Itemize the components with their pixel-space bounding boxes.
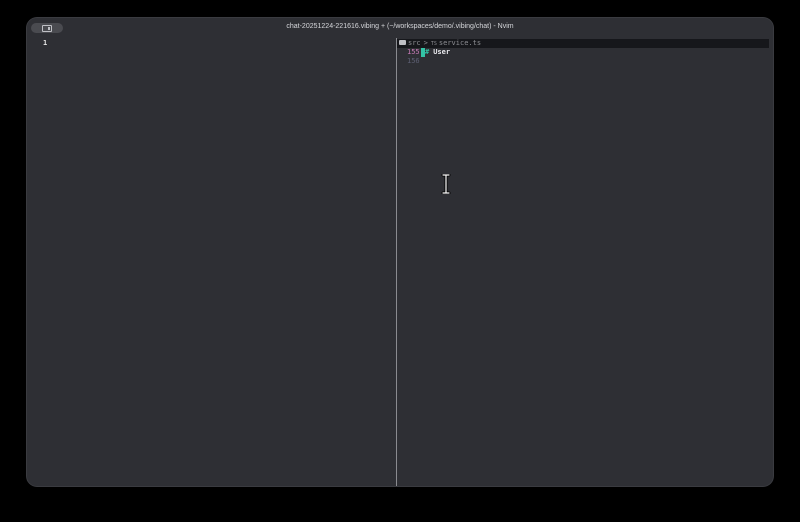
breadcrumb-folder[interactable]: src bbox=[408, 39, 421, 47]
line-number: 156 bbox=[407, 57, 420, 65]
breadcrumb: src > TS service.ts bbox=[397, 39, 769, 48]
typescript-file-icon: TS bbox=[430, 41, 437, 47]
nvim-window: chat-20251224-221616.vibing + (~/workspa… bbox=[27, 18, 773, 486]
editor-line[interactable]: 156 bbox=[397, 57, 773, 66]
editor-line[interactable]: 1 bbox=[27, 39, 396, 48]
right-editor-pane[interactable]: src > TS service.ts 155 # User 156 bbox=[397, 38, 773, 486]
heading-text: User bbox=[433, 48, 451, 56]
heading-marker: # bbox=[425, 48, 430, 56]
breadcrumb-separator: > bbox=[423, 39, 428, 47]
window-title: chat-20251224-221616.vibing + (~/workspa… bbox=[286, 23, 514, 30]
folder-icon bbox=[399, 40, 406, 45]
left-editor-pane[interactable]: 1 bbox=[27, 38, 396, 486]
breadcrumb-file[interactable]: service.ts bbox=[439, 39, 481, 47]
editor-line[interactable]: 155 # User bbox=[397, 48, 773, 57]
title-bar: chat-20251224-221616.vibing + (~/workspa… bbox=[27, 18, 773, 38]
line-number: 1 bbox=[43, 39, 48, 47]
editor-area[interactable]: 1 src > TS service.ts 155 # User 156 bbox=[27, 38, 773, 486]
text-cursor-icon bbox=[441, 174, 451, 194]
line-number: 155 bbox=[407, 48, 420, 56]
